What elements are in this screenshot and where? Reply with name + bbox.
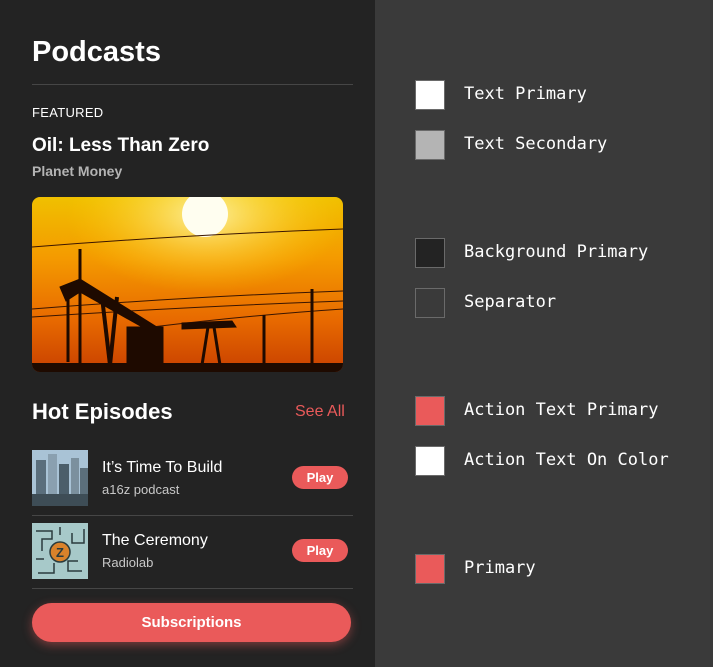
- svg-text:Z: Z: [56, 545, 64, 560]
- color-swatch: [415, 238, 445, 268]
- episode-artwork: Z: [32, 523, 88, 579]
- title-separator: [32, 84, 353, 85]
- featured-episode-title[interactable]: Oil: Less Than Zero: [32, 135, 209, 157]
- episode-title: The Ceremony: [102, 532, 208, 549]
- episode-podcast: a16z podcast: [102, 482, 180, 497]
- featured-podcast-name: Planet Money: [32, 163, 123, 179]
- podcasts-screen: Podcasts FEATURED Oil: Less Than Zero Pl…: [0, 0, 375, 667]
- palette-label: Primary: [464, 558, 536, 578]
- episode-title: It’s Time To Build: [102, 459, 223, 476]
- play-button[interactable]: Play: [292, 466, 348, 489]
- palette-label: Text Secondary: [464, 134, 608, 154]
- see-all-link[interactable]: See All: [295, 403, 345, 421]
- color-swatch: [415, 396, 445, 426]
- episode-row[interactable]: It’s Time To Build a16z podcast Play: [32, 450, 353, 506]
- palette-label: Action Text Primary: [464, 400, 659, 420]
- episode-separator: [32, 588, 353, 589]
- featured-label: FEATURED: [32, 105, 104, 120]
- palette-label: Separator: [464, 292, 557, 312]
- color-swatch: [415, 130, 445, 160]
- color-swatch: [415, 554, 445, 584]
- play-button[interactable]: Play: [292, 539, 348, 562]
- episode-artwork: [32, 450, 88, 506]
- hot-episodes-title: Hot Episodes: [32, 399, 173, 424]
- featured-artwork[interactable]: [32, 197, 343, 372]
- episode-row[interactable]: Z The Ceremony Radiolab Play: [32, 523, 353, 579]
- page-title: Podcasts: [32, 36, 161, 68]
- palette-label: Text Primary: [464, 84, 587, 104]
- palette-label: Action Text On Color: [464, 450, 669, 470]
- episode-podcast: Radiolab: [102, 555, 154, 570]
- subscriptions-button[interactable]: Subscriptions: [32, 603, 351, 642]
- color-swatch: [415, 446, 445, 476]
- color-swatch: [415, 288, 445, 318]
- episode-separator: [32, 515, 353, 516]
- palette-label: Background Primary: [464, 242, 649, 262]
- color-swatch: [415, 80, 445, 110]
